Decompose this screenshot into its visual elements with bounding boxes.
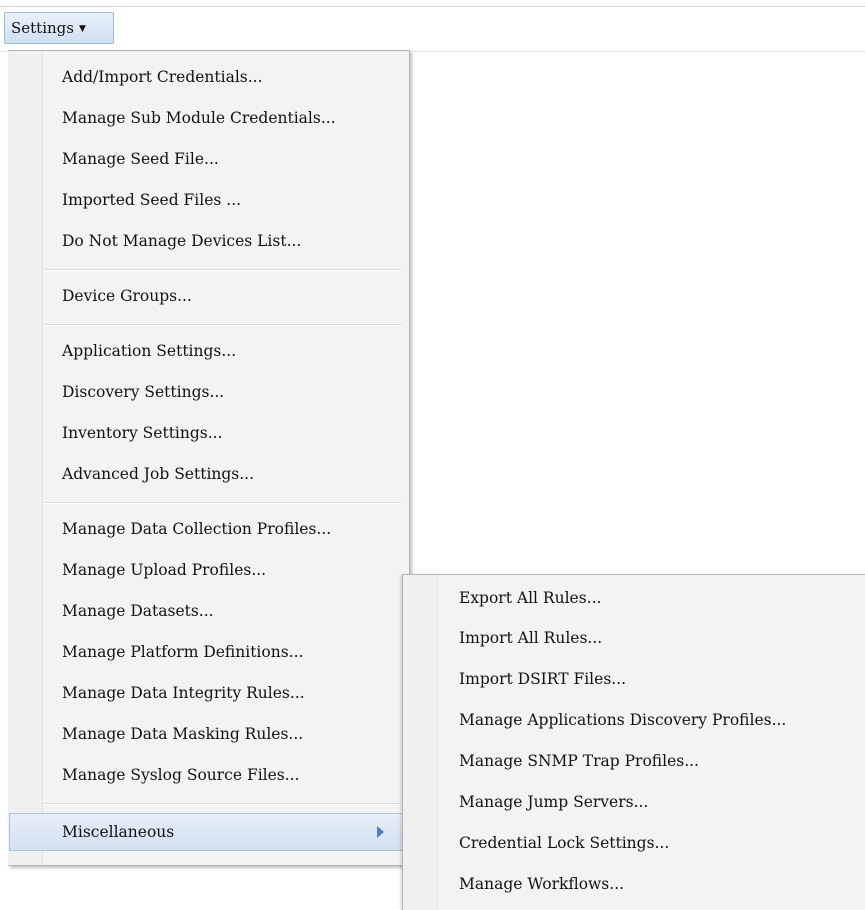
settings-dropdown-menu: Add/Import Credentials... Manage Sub Mod… bbox=[8, 50, 410, 866]
menu-item-manage-syslog-source-files[interactable]: Manage Syslog Source Files... bbox=[62, 765, 300, 785]
menu-separator bbox=[44, 502, 402, 504]
menu-separator bbox=[44, 803, 402, 805]
menu-item-miscellaneous[interactable]: Miscellaneous bbox=[9, 813, 403, 851]
submenu-item-manage-jump-servers[interactable]: Manage Jump Servers... bbox=[459, 792, 648, 812]
menu-item-manage-datasets[interactable]: Manage Datasets... bbox=[62, 601, 214, 621]
submenu-icon-gutter bbox=[403, 575, 438, 910]
menu-item-do-not-manage-devices-list[interactable]: Do Not Manage Devices List... bbox=[62, 231, 301, 251]
submenu-item-manage-snmp-trap-profiles[interactable]: Manage SNMP Trap Profiles... bbox=[459, 751, 699, 771]
menu-item-manage-platform-definitions[interactable]: Manage Platform Definitions... bbox=[62, 642, 303, 662]
menu-item-discovery-settings[interactable]: Discovery Settings... bbox=[62, 382, 224, 402]
menu-item-advanced-job-settings[interactable]: Advanced Job Settings... bbox=[62, 464, 254, 484]
menu-item-manage-upload-profiles[interactable]: Manage Upload Profiles... bbox=[62, 560, 266, 580]
menu-item-add-import-credentials[interactable]: Add/Import Credentials... bbox=[62, 67, 263, 87]
triangle-right-icon bbox=[377, 826, 384, 838]
menu-item-manage-data-masking-rules[interactable]: Manage Data Masking Rules... bbox=[62, 724, 303, 744]
settings-label: Settings bbox=[11, 19, 74, 37]
menu-separator bbox=[44, 324, 402, 326]
settings-menu-button[interactable]: Settings ▼ bbox=[4, 12, 114, 44]
menu-item-imported-seed-files[interactable]: Imported Seed Files ... bbox=[62, 190, 241, 210]
menu-item-inventory-settings[interactable]: Inventory Settings... bbox=[62, 423, 223, 443]
menu-item-application-settings[interactable]: Application Settings... bbox=[62, 341, 236, 361]
miscellaneous-label: Miscellaneous bbox=[62, 823, 175, 841]
submenu-item-import-all-rules[interactable]: Import All Rules... bbox=[459, 628, 602, 648]
menu-item-manage-seed-file[interactable]: Manage Seed File... bbox=[62, 149, 219, 169]
miscellaneous-submenu: Export All Rules... Import All Rules... … bbox=[402, 574, 865, 910]
submenu-item-import-dsirt-files[interactable]: Import DSIRT Files... bbox=[459, 669, 626, 689]
submenu-item-export-all-rules[interactable]: Export All Rules... bbox=[459, 588, 601, 608]
menu-separator bbox=[44, 269, 402, 271]
menu-item-manage-data-integrity-rules[interactable]: Manage Data Integrity Rules... bbox=[62, 683, 305, 703]
caret-down-icon: ▼ bbox=[78, 24, 86, 34]
menu-item-manage-data-collection-profiles[interactable]: Manage Data Collection Profiles... bbox=[62, 519, 331, 539]
menu-icon-gutter bbox=[8, 51, 43, 865]
submenu-item-credential-lock-settings[interactable]: Credential Lock Settings... bbox=[459, 833, 669, 853]
submenu-item-manage-applications-discovery-profiles[interactable]: Manage Applications Discovery Profiles..… bbox=[459, 710, 786, 730]
menu-bar bbox=[0, 6, 865, 52]
submenu-item-manage-workflows[interactable]: Manage Workflows... bbox=[459, 874, 624, 894]
menu-item-device-groups[interactable]: Device Groups... bbox=[62, 286, 192, 306]
menu-item-manage-sub-module-credentials[interactable]: Manage Sub Module Credentials... bbox=[62, 108, 336, 128]
